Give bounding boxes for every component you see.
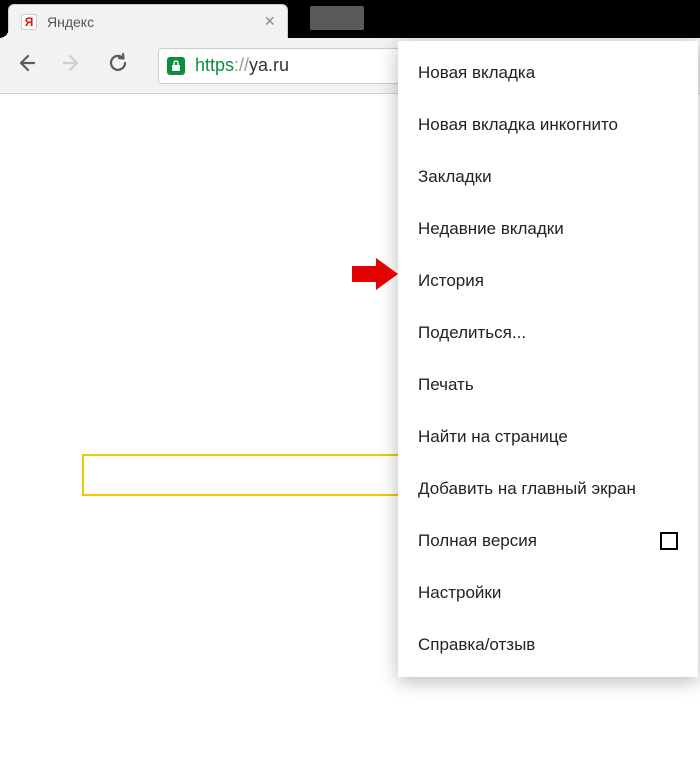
menu-item-bookmarks[interactable]: Закладки: [398, 151, 698, 203]
menu-label: Новая вкладка: [418, 63, 535, 83]
arrow-left-icon: [16, 53, 36, 73]
arrow-right-icon: [62, 53, 82, 73]
menu-label: Настройки: [418, 583, 501, 603]
menu-item-new-tab[interactable]: Новая вкладка: [398, 47, 698, 99]
menu-item-help-feedback[interactable]: Справка/отзыв: [398, 619, 698, 671]
forward-button: [60, 53, 84, 79]
menu-item-share[interactable]: Поделиться...: [398, 307, 698, 359]
browser-tab[interactable]: Я Яндекс ×: [8, 4, 288, 38]
tab-title: Яндекс: [47, 14, 254, 30]
window-accent: [310, 6, 364, 30]
back-button[interactable]: [14, 53, 38, 79]
menu-item-recent-tabs[interactable]: Недавние вкладки: [398, 203, 698, 255]
browser-menu: Новая вкладка Новая вкладка инкогнито За…: [398, 41, 698, 677]
menu-label: Закладки: [418, 167, 492, 187]
url-text: https://ya.ru: [195, 55, 289, 76]
menu-label: Полная версия: [418, 531, 537, 551]
reload-icon: [107, 52, 129, 74]
menu-item-history[interactable]: История: [398, 255, 698, 307]
menu-label: Добавить на главный экран: [418, 479, 636, 499]
menu-label: Найти на странице: [418, 427, 568, 447]
url-separator: ://: [234, 55, 249, 75]
tab-bar: Я Яндекс ×: [0, 0, 288, 38]
arrow-right-red-icon: [352, 256, 400, 292]
yandex-favicon: Я: [21, 14, 37, 30]
menu-item-desktop-site[interactable]: Полная версия: [398, 515, 698, 567]
checkbox-icon: [660, 532, 678, 550]
menu-item-settings[interactable]: Настройки: [398, 567, 698, 619]
close-icon[interactable]: ×: [264, 11, 275, 32]
url-scheme: https: [195, 55, 234, 75]
lock-icon: [167, 57, 185, 75]
menu-label: Поделиться...: [418, 323, 526, 343]
reload-button[interactable]: [106, 52, 130, 80]
url-host: ya.ru: [249, 55, 289, 75]
menu-label: Справка/отзыв: [418, 635, 535, 655]
menu-label: Печать: [418, 375, 474, 395]
menu-item-find-in-page[interactable]: Найти на странице: [398, 411, 698, 463]
annotation-arrow: [352, 256, 400, 297]
menu-item-print[interactable]: Печать: [398, 359, 698, 411]
menu-item-new-incognito-tab[interactable]: Новая вкладка инкогнито: [398, 99, 698, 151]
menu-label: Новая вкладка инкогнито: [418, 115, 618, 135]
menu-item-add-to-homescreen[interactable]: Добавить на главный экран: [398, 463, 698, 515]
menu-label: Недавние вкладки: [418, 219, 564, 239]
menu-label: История: [418, 271, 484, 291]
